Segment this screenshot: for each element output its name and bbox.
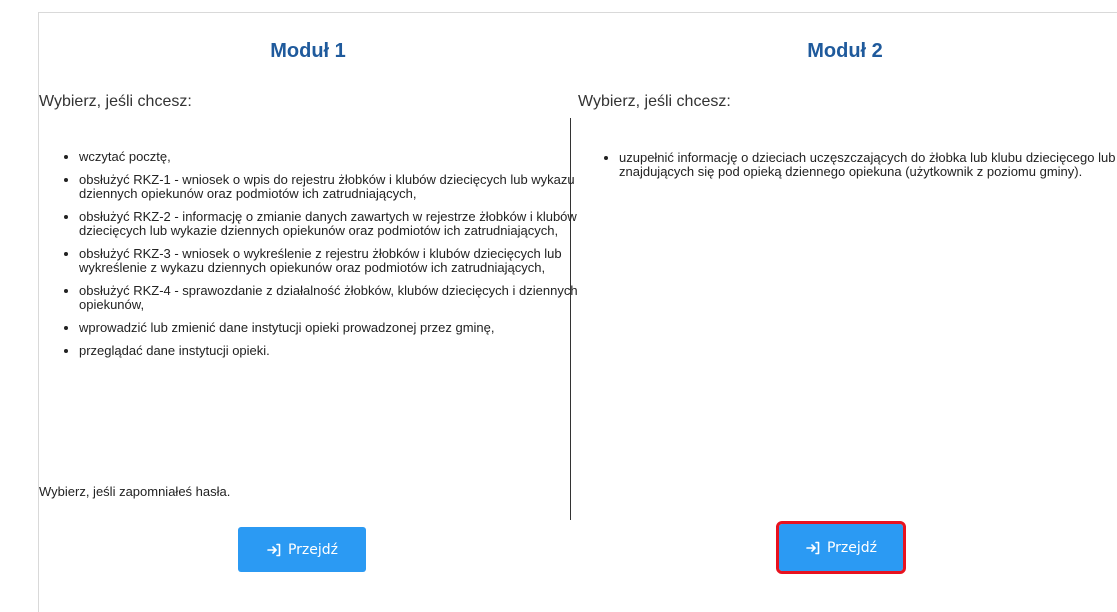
module-1-go-button[interactable]: Przejdź <box>238 527 366 572</box>
list-item: obsłużyć RKZ-1 - wniosek o wpis do rejes… <box>79 173 579 201</box>
list-item: uzupełnić informację o dzieciach uczęszc… <box>619 151 1117 179</box>
list-item: obsłużyć RKZ-4 - sprawozdanie z działaln… <box>79 284 579 312</box>
module-2-go-button[interactable]: Przejdź <box>776 521 906 574</box>
list-item: przeglądać dane instytucji opieki. <box>79 344 579 358</box>
forgot-password-text: Wybierz, jeśli zapomniałeś hasła. <box>39 484 231 499</box>
list-item: wprowadzić lub zmienić dane instytucji o… <box>79 321 579 335</box>
module-1-go-label: Przejdź <box>287 541 339 558</box>
module-1-title: Moduł 1 <box>270 40 346 62</box>
list-item: wczytać pocztę, <box>79 150 579 164</box>
module-2-title: Moduł 2 <box>807 40 883 62</box>
module-1-list: wczytać pocztę, obsłużyć RKZ-1 - wniosek… <box>64 150 579 367</box>
module-2-intro: Wybierz, jeśli chcesz: <box>578 93 731 110</box>
list-item: obsłużyć RKZ-2 - informację o zmianie da… <box>79 210 579 238</box>
login-arrow-icon <box>805 540 821 556</box>
list-item: obsłużyć RKZ-3 - wniosek o wykreślenie z… <box>79 247 579 275</box>
module-2-go-label: Przejdź <box>826 539 878 556</box>
module-1-intro: Wybierz, jeśli chcesz: <box>39 93 192 110</box>
module-2-list: uzupełnić informację o dzieciach uczęszc… <box>604 151 1117 188</box>
login-arrow-icon <box>266 542 282 558</box>
